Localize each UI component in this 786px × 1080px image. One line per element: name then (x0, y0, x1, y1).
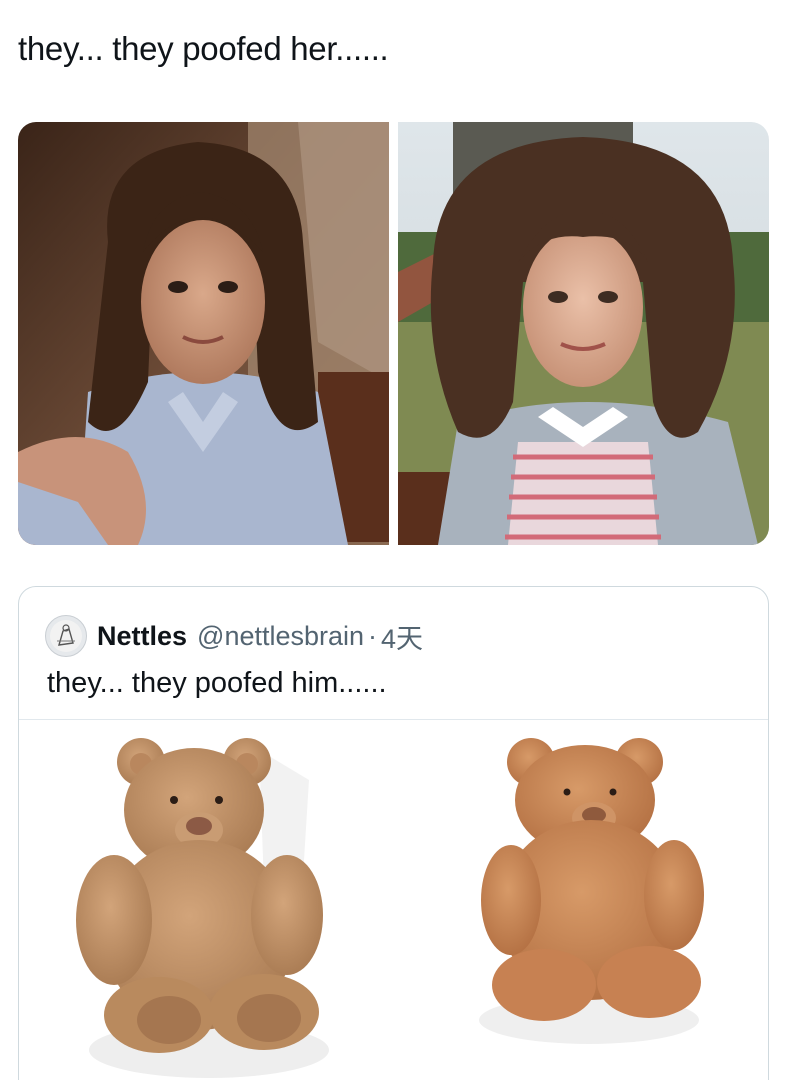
quoted-timestamp[interactable]: 4天 (381, 617, 423, 656)
avatar-image (50, 620, 82, 652)
quoted-tweet-media[interactable] (19, 720, 768, 1080)
quoted-separator: · (368, 620, 378, 651)
quoted-tweet-text: they... they poofed him...... (47, 667, 387, 699)
post-text: they... they poofed her...... (18, 30, 389, 67)
quoted-tweet-card[interactable]: Nettles @nettlesbrain · 4天 they... they … (18, 586, 769, 1080)
photo-curly-hair-bangs (398, 122, 769, 545)
teddy-bears-image (19, 720, 768, 1080)
avatar-icon[interactable] (45, 615, 87, 657)
post-image-right[interactable] (398, 122, 769, 545)
quoted-handle[interactable]: @nettlesbrain (197, 621, 364, 652)
quoted-tweet-header: Nettles @nettlesbrain · 4天 (45, 615, 423, 657)
post-media-grid (18, 122, 769, 545)
quoted-display-name[interactable]: Nettles (97, 621, 187, 652)
post-image-left[interactable] (18, 122, 389, 545)
tweet-page: they... they poofed her...... Nettles @n… (0, 0, 786, 1080)
photo-dark-wavy-hair (18, 122, 389, 545)
